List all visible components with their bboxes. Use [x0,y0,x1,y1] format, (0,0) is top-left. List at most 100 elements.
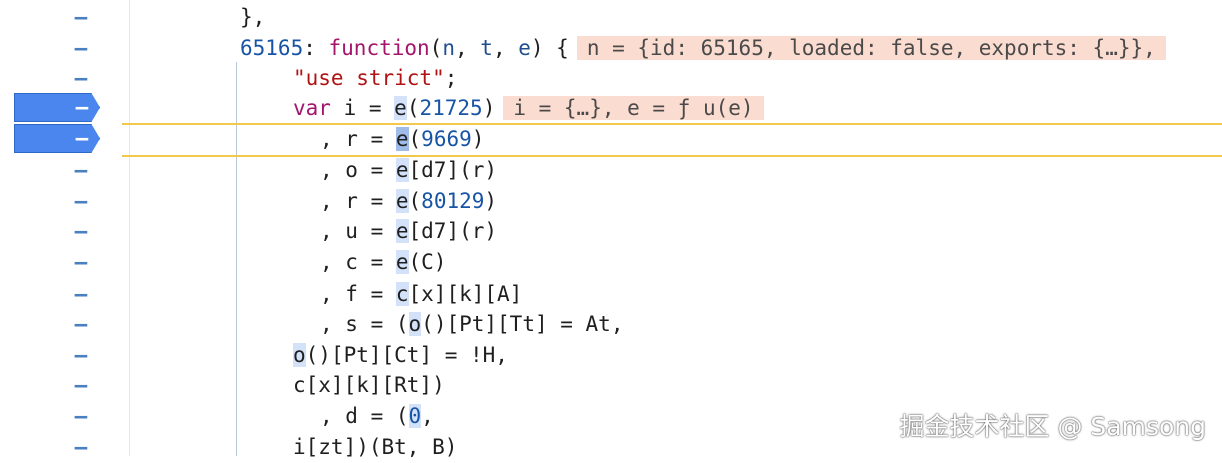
gutter-line-marker[interactable]: – [72,64,90,92]
code-line: – , r = e(9669) [0,124,1222,155]
code-text: , u = e[d7](r) [320,217,497,245]
code-token: ) [484,189,498,213]
code-token: "use strict" [293,66,445,90]
code-token: e [395,127,409,151]
code-token: ) [471,127,485,151]
code-line: – var i = e(21725) i = {…}, e = ƒ u(e) [0,93,1222,124]
code-token: , f = [320,282,396,306]
code-token: i = [330,96,395,120]
code-token: 80129 [421,189,485,213]
code-token: c [395,282,409,306]
code-token: , u = [320,219,396,243]
code-text: , r = e(9669) [320,125,484,153]
code-token: 21725 [419,96,483,120]
code-token: [d7](r) [408,158,498,182]
code-token: }, [240,5,266,29]
code-token: o [408,312,422,336]
code-text: , s = (o()[Pt][Tt] = At, [320,310,623,338]
code-token: n [442,36,455,60]
watermark: 掘金技术社区 @ Samsong [899,412,1206,441]
code-text: 65165: function(n, t, e) { n = {id: 65165… [240,34,1166,62]
code-token: (C) [408,250,447,274]
code-token: [d7](r) [408,219,498,243]
code-token: ( [406,96,420,120]
code-token: 0 [408,404,422,428]
code-token: 9669 [421,127,472,151]
code-text: , c = e(C) [320,248,446,276]
code-token: function [328,36,430,60]
code-token: , r = [320,127,396,151]
code-token: , [421,404,434,428]
code-token: e [395,219,409,243]
code-token: e [395,189,409,213]
code-token: , o = [320,158,396,182]
gutter-line-marker[interactable]: – [72,310,90,338]
code-line: – , u = e[d7](r) [0,216,1222,247]
code-token: , d = ( [320,404,409,428]
code-line: – c[x][k][Rt]) [0,370,1222,401]
code-token: t [480,36,493,60]
code-text: , f = c[x][k][A] [320,280,522,308]
code-text: i[zt])(Bt, B) [293,433,457,461]
code-token: var [293,96,331,120]
code-token: ( [408,127,422,151]
code-token: , [454,36,481,60]
gutter-line-marker: – [75,95,89,119]
code-text: o()[Pt][Ct] = !H, [293,341,508,369]
code-line: – o()[Pt][Ct] = !H, [0,340,1222,371]
code-line: – , c = e(C) [0,247,1222,278]
gutter-line-marker[interactable]: – [72,187,90,215]
code-line: – , s = (o()[Pt][Tt] = At, [0,309,1222,340]
code-text: "use strict"; [293,64,457,92]
code-token: i[zt])(Bt, B) [293,435,458,459]
code-token: ( [429,36,443,60]
code-line: – , f = c[x][k][A] [0,279,1222,310]
code-text: }, [240,3,265,31]
code-token: e [518,36,531,60]
inline-value-hint: i = {…}, e = ƒ u(e) [503,96,764,120]
code-token: ) [482,96,496,120]
breakpoint-marker[interactable]: – [14,124,100,153]
code-token: ; [444,66,458,90]
gutter-line-marker[interactable]: – [72,156,90,184]
gutter-line-marker[interactable]: – [72,280,90,308]
code-token: , c = [320,250,396,274]
code-token: ) { [530,36,569,60]
code-token: e [395,250,409,274]
gutter-line-marker: – [75,126,89,150]
code-line: – 65165: function(n, t, e) { n = {id: 6516… [0,33,1222,64]
gutter-line-marker[interactable]: – [72,34,90,62]
code-line: – "use strict"; [0,63,1222,94]
code-token: ()[Pt][Tt] = At, [421,312,624,336]
gutter-line-marker[interactable]: – [72,371,90,399]
code-text: c[x][k][Rt]) [293,371,445,399]
gutter-line-marker[interactable]: – [72,217,90,245]
code-token: c[x][k][Rt]) [293,373,445,397]
code-token: ()[Pt][Ct] = !H, [305,343,508,367]
code-text: , d = (0, [320,402,434,430]
code-token: , [492,36,519,60]
code-token: : [303,36,329,60]
code-token: [x][k][A] [408,282,523,306]
gutter-line-marker[interactable]: – [72,3,90,31]
inline-value-hint: n = {id: 65165, loaded: false, exports: … [576,36,1166,60]
code-token: e [394,96,407,120]
gutter-line-marker[interactable]: – [72,433,90,461]
code-token: o [293,343,306,367]
code-line: – , r = e(80129) [0,186,1222,217]
code-text: , o = e[d7](r) [320,156,497,184]
gutter-line-marker[interactable]: – [72,341,90,369]
code-token: ( [408,189,422,213]
code-line: – , o = e[d7](r) [0,155,1222,186]
code-token: 65165 [240,36,304,60]
code-line: –}, [0,2,1222,33]
gutter-line-marker[interactable]: – [72,402,90,430]
code-text: var i = e(21725) i = {…}, e = ƒ u(e) [293,94,764,122]
gutter-line-marker[interactable]: – [72,248,90,276]
code-token: e [395,158,409,182]
code-text: , r = e(80129) [320,187,497,215]
code-token: , r = [320,189,396,213]
breakpoint-marker[interactable]: – [14,93,100,122]
code-editor: –}, –65165: function(n, t, e) {n = {id: 6… [0,0,1222,459]
code-token: , s = ( [320,312,409,336]
